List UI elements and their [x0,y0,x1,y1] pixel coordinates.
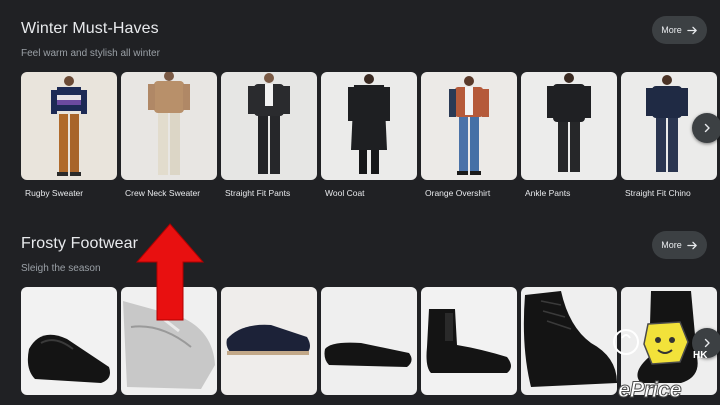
product-card-lace-up-boot[interactable] [521,287,617,395]
more-button[interactable]: More [652,231,707,259]
black-penny-loafer-image [21,287,117,395]
product-card-chelsea-boot[interactable] [421,287,517,395]
section-subtitle: Sleigh the season [21,263,101,274]
ankle-pants-image [521,72,617,180]
product-card-black-loafer[interactable] [321,287,417,395]
rugby-sweater-image [21,72,117,180]
red-arrow-up-icon [135,223,205,321]
product-card-wool-coat[interactable] [321,72,417,180]
lace-up-boot-image [521,287,617,395]
product-card-rugby-sweater[interactable] [21,72,117,180]
more-button-label: More [661,240,682,250]
product-row: Rugby Sweater Crew Neck Sweater Straight… [21,72,720,198]
more-button[interactable]: More [652,16,707,44]
product-label[interactable]: Straight Fit Chino [625,188,691,198]
black-suede-loafer-image [321,287,417,395]
chelsea-boot-image [421,287,517,395]
watermark-text: ePrice [617,377,682,403]
product-label[interactable]: Orange Overshirt [425,188,490,198]
section-title: Frosty Footwear [21,235,139,252]
crew-neck-sweater-image [121,72,217,180]
orange-overshirt-image [421,72,517,180]
product-label[interactable]: Wool Coat [325,188,365,198]
product-card-straight-fit-pants[interactable] [221,72,317,180]
watermark-region: HK [693,350,708,361]
product-card-penny-loafer[interactable] [21,287,117,395]
product-card-orange-overshirt[interactable] [421,72,517,180]
arrow-right-icon [687,26,697,34]
scroll-next-button[interactable] [692,113,720,143]
wool-coat-image [321,72,417,180]
straight-fit-pants-image [221,72,317,180]
product-label[interactable]: Rugby Sweater [25,188,83,198]
product-label[interactable]: Straight Fit Pants [225,188,290,198]
section-title: Winter Must-Haves [21,20,159,37]
product-card-ankle-pants[interactable] [521,72,617,180]
product-card-navy-sneaker[interactable] [221,287,317,395]
arrow-right-icon [687,241,697,249]
product-label[interactable]: Ankle Pants [525,188,570,198]
product-label[interactable]: Crew Neck Sweater [125,188,200,198]
product-card-crew-neck-sweater[interactable] [121,72,217,180]
section-subtitle: Feel warm and stylish all winter [21,48,160,59]
more-button-label: More [661,25,682,35]
navy-suede-sneaker-image [221,287,317,395]
chevron-right-icon [704,123,710,133]
